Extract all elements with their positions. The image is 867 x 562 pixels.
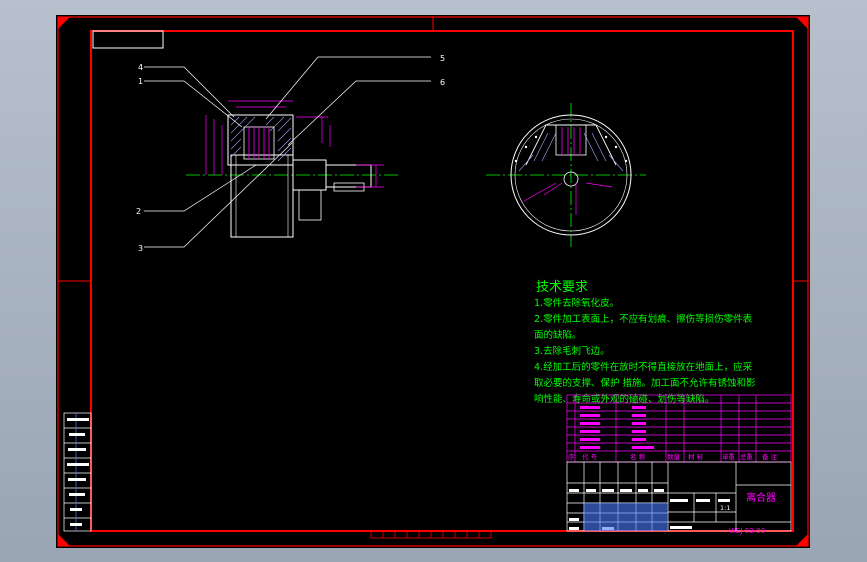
bom-header-qty: 数量: [667, 452, 681, 461]
tech-req-title: 技术要求: [536, 280, 588, 295]
bom-header-unit-weight: 单重: [722, 452, 736, 461]
balloon-5: 5: [440, 54, 445, 63]
tech-req-line-2: 2.零件加工表面上，不应有划痕、擦伤等损伤零件表: [534, 313, 753, 325]
cad-viewport[interactable]: 4 1 5 6 2 3 技术要求 1.零件去除氧化皮。 2.零件加工表面上，不应…: [0, 0, 867, 562]
drawing-code-box: [92, 30, 164, 49]
bom-header-code: 代 号: [582, 452, 598, 461]
title-block-part-name: 离合器: [746, 491, 776, 504]
bom-header-total-weight: 总重: [740, 452, 754, 461]
balloon-6: 6: [440, 78, 445, 87]
corner-mark-br: [796, 534, 808, 546]
tech-req-line-6: 取必要的支撑、保护 措施。加工面不允许有锈蚀和影: [534, 377, 756, 389]
section-view: [144, 56, 431, 248]
drawing-sheet[interactable]: 4 1 5 6 2 3 技术要求 1.零件去除氧化皮。 2.零件加工表面上，不应…: [56, 15, 810, 548]
section-hatching: [230, 116, 292, 162]
bottom-scale-ruler: [370, 530, 492, 539]
bom-table: [566, 394, 792, 463]
title-block-drawing-number: WEJ-03-00: [729, 527, 765, 535]
corner-mark-bl: [58, 534, 70, 546]
bom-header-remark: 备 注: [762, 452, 778, 461]
tech-req-line-4: 3.去除毛刺飞边。: [534, 345, 610, 357]
bom-header-row: 序 代 号 名 称 数量 材 料 单重 总重 备 注: [568, 452, 778, 461]
left-sign-strip: [63, 412, 92, 532]
balloon-1: 1: [138, 77, 143, 86]
corner-mark-tl: [58, 17, 70, 29]
bom-header-index: 序: [568, 452, 575, 461]
section-dimensions: [205, 100, 384, 188]
outer-frame: [57, 16, 809, 547]
bom-header-name: 名 称: [630, 452, 646, 461]
tech-req-line-1: 1.零件去除氧化皮。: [534, 297, 619, 309]
balloon-2: 2: [136, 207, 141, 216]
end-view: [486, 103, 646, 247]
balloon-4: 4: [138, 63, 143, 72]
technical-requirements: 技术要求 1.零件去除氧化皮。 2.零件加工表面上，不应有划痕、擦伤等损伤零件表…: [534, 280, 756, 405]
section-housing: [227, 114, 294, 166]
bom-header-material: 材 料: [688, 452, 704, 461]
title-block-scale: 1:1: [720, 504, 730, 512]
balloon-3: 3: [138, 244, 143, 253]
drawing-canvas: 4 1 5 6 2 3 技术要求 1.零件去除氧化皮。 2.零件加工表面上，不应…: [57, 16, 809, 547]
end-view-dimensions: [523, 182, 613, 215]
part-leaders: [144, 56, 431, 248]
tech-req-line-5: 4.经加工后的零件在放时不得直接放在地面上，应采: [534, 361, 753, 373]
tech-req-line-3: 面的缺陷。: [534, 329, 582, 341]
clutch-body-outline: [230, 154, 294, 238]
corner-mark-tr: [796, 17, 808, 29]
